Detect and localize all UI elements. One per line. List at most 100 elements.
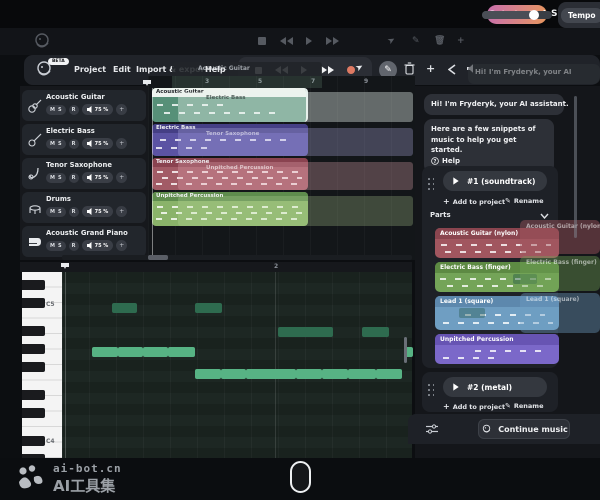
plus-icon: + bbox=[443, 402, 450, 411]
ghost-toolbar-row bbox=[0, 28, 600, 55]
track-magic-button[interactable]: + bbox=[116, 206, 127, 217]
vertical-scrollbar-thumb[interactable] bbox=[404, 337, 407, 363]
mute-solo-buttons[interactable]: MS bbox=[46, 241, 66, 251]
forward-button[interactable] bbox=[321, 66, 334, 74]
midi-note[interactable] bbox=[221, 369, 246, 379]
scroll-capsule-indicator bbox=[290, 461, 311, 493]
volume-slider-knob[interactable] bbox=[529, 10, 539, 20]
midi-note[interactable] bbox=[278, 327, 333, 337]
parts-header[interactable]: Parts bbox=[430, 211, 451, 219]
black-key[interactable] bbox=[22, 362, 45, 372]
midi-note[interactable] bbox=[246, 369, 296, 379]
mute-solo-buttons[interactable]: MS bbox=[46, 139, 66, 149]
midi-note[interactable] bbox=[118, 347, 143, 357]
midi-note[interactable] bbox=[195, 369, 221, 379]
horizontal-scrollbar[interactable] bbox=[62, 255, 412, 260]
mute-solo-buttons[interactable]: MS bbox=[46, 105, 66, 115]
black-key[interactable] bbox=[22, 298, 45, 308]
ghost-stop-icon bbox=[258, 37, 266, 45]
record-arm-button[interactable]: R bbox=[69, 139, 79, 149]
black-key[interactable] bbox=[22, 408, 45, 418]
track-magic-button[interactable]: + bbox=[116, 172, 127, 183]
timeline-playhead[interactable] bbox=[152, 88, 153, 258]
black-key[interactable] bbox=[22, 280, 45, 290]
midi-note[interactable] bbox=[195, 303, 222, 313]
track-magic-button[interactable]: + bbox=[116, 240, 127, 251]
piano-roll-ruler[interactable]: 2 bbox=[20, 262, 412, 272]
midi-note[interactable] bbox=[348, 369, 376, 379]
menu-help[interactable]: Help bbox=[205, 65, 226, 74]
speaker-icon bbox=[87, 106, 93, 113]
rename-button[interactable]: ✎Rename bbox=[505, 402, 543, 410]
mute-solo-buttons[interactable]: MS bbox=[46, 173, 66, 183]
midi-note[interactable] bbox=[322, 369, 348, 379]
track-volume[interactable]: 75 % bbox=[82, 206, 114, 217]
track-volume[interactable]: 75 % bbox=[82, 104, 114, 115]
tempo-control[interactable]: Tempo 120 B bbox=[558, 2, 600, 28]
ghost-ruler-tint bbox=[172, 76, 322, 88]
share-icon[interactable] bbox=[448, 64, 456, 75]
snippet-card-2: #2 (metal) +Add to project ✎Rename bbox=[422, 372, 558, 412]
track-volume[interactable]: 75 % bbox=[82, 138, 114, 149]
speaker-icon bbox=[87, 140, 93, 147]
menu-edit[interactable]: Edit bbox=[113, 65, 131, 74]
fryderyk-bird-icon bbox=[480, 423, 493, 436]
snippet-play-pill[interactable]: #1 (soundtrack) bbox=[443, 171, 547, 191]
record-arm-button[interactable]: R bbox=[69, 241, 79, 251]
add-to-project-button[interactable]: +Add to project bbox=[443, 197, 505, 206]
trash-icon[interactable] bbox=[404, 62, 415, 75]
track-row-electric-bass[interactable]: Electric Bass MS R 75 % + bbox=[22, 124, 146, 155]
ghost-window-header: Acoustic Guitar bbox=[172, 62, 322, 76]
help-link[interactable]: ? Help bbox=[431, 156, 460, 167]
play-icon[interactable] bbox=[453, 177, 458, 184]
piano-note-layer bbox=[62, 272, 412, 458]
track-row-acoustic-grand-piano[interactable]: Acoustic Grand Piano MS R 75 % + bbox=[22, 226, 146, 257]
volume-slider[interactable] bbox=[482, 11, 552, 19]
timeline-playhead-marker-icon[interactable] bbox=[142, 79, 152, 87]
speaker-icon bbox=[87, 174, 93, 181]
midi-note[interactable] bbox=[376, 369, 402, 379]
record-arm-button[interactable]: R bbox=[69, 173, 79, 183]
track-row-tenor-saxophone[interactable]: Tenor Saxophone MS R 75 % + bbox=[22, 158, 146, 189]
ghost-plus-icon: + bbox=[457, 36, 465, 46]
play-icon[interactable] bbox=[453, 383, 458, 390]
part-card-unpitched-percussion[interactable]: Unpitched Percussion bbox=[435, 334, 559, 364]
horizontal-scrollbar-thumb[interactable] bbox=[148, 255, 168, 260]
black-key[interactable] bbox=[22, 344, 45, 354]
track-volume[interactable]: 75 % bbox=[82, 172, 114, 183]
ghost-rewind-icon bbox=[280, 37, 293, 45]
arrangement-timeline[interactable]: 3 5 7 9 Acoustic Guitar Electric Bass Te… bbox=[148, 76, 415, 260]
midi-note[interactable] bbox=[92, 347, 118, 357]
record-arm-button[interactable]: R bbox=[69, 105, 79, 115]
menu-project[interactable]: Project bbox=[74, 65, 106, 74]
midi-note[interactable] bbox=[143, 347, 168, 357]
track-row-drums[interactable]: Drums MS R 75 % + bbox=[22, 192, 146, 223]
black-key[interactable] bbox=[22, 326, 45, 336]
black-key[interactable] bbox=[22, 436, 45, 446]
mute-solo-buttons[interactable]: MS bbox=[46, 207, 66, 217]
midi-note[interactable] bbox=[112, 303, 137, 313]
track-magic-button[interactable]: + bbox=[116, 104, 127, 115]
ghost-forward-icon bbox=[326, 37, 339, 45]
chevron-down-icon[interactable] bbox=[540, 213, 549, 219]
snippet-play-pill[interactable]: #2 (metal) bbox=[443, 377, 547, 397]
continue-music-button[interactable]: Continue music bbox=[478, 419, 570, 439]
add-to-project-button[interactable]: +Add to project bbox=[443, 402, 505, 411]
settings-sliders-icon[interactable] bbox=[425, 423, 439, 435]
track-volume[interactable]: 75 % bbox=[82, 240, 114, 251]
piano-roll-grid[interactable] bbox=[62, 272, 412, 458]
add-tool-icon[interactable]: + bbox=[426, 62, 435, 75]
drag-handle[interactable] bbox=[428, 178, 435, 191]
black-key[interactable] bbox=[22, 390, 45, 400]
midi-note[interactable] bbox=[362, 327, 389, 337]
rename-button[interactable]: ✎Rename bbox=[505, 197, 543, 205]
piano-keyboard[interactable]: C5 C4 bbox=[22, 272, 62, 458]
piano-roll-playhead-marker-icon[interactable] bbox=[60, 262, 70, 270]
track-magic-button[interactable]: + bbox=[116, 138, 127, 149]
speaker-icon bbox=[87, 208, 93, 215]
midi-note[interactable] bbox=[296, 369, 322, 379]
record-arm-button[interactable]: R bbox=[69, 207, 79, 217]
track-row-acoustic-guitar[interactable]: Acoustic Guitar MS R 75 % + bbox=[22, 90, 146, 121]
midi-note[interactable] bbox=[168, 347, 195, 357]
drag-handle[interactable] bbox=[428, 384, 435, 397]
